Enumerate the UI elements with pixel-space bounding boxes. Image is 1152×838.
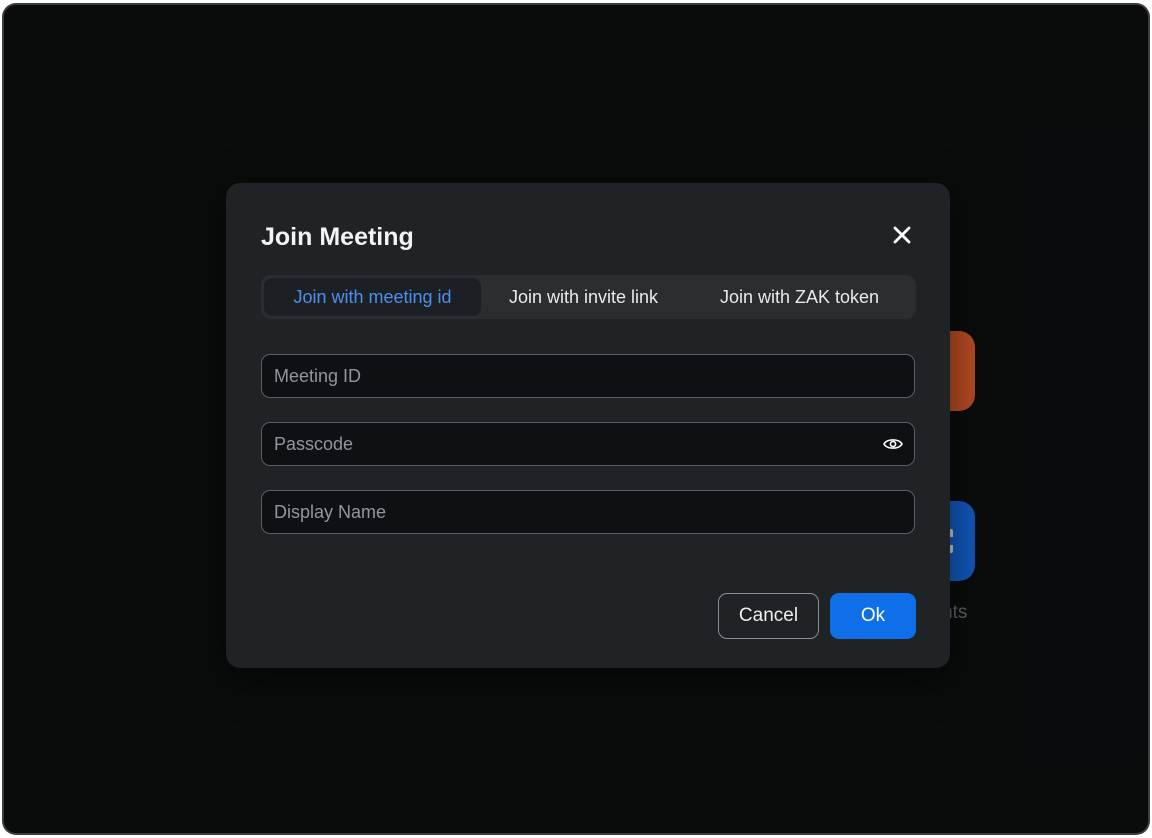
meeting-id-field-wrapper [261, 354, 915, 398]
eye-icon [883, 439, 903, 449]
join-meeting-dialog: Join Meeting Join with meeting id Join w… [226, 183, 950, 668]
display-name-input[interactable] [262, 491, 914, 533]
display-name-field-wrapper [261, 490, 915, 534]
ok-button[interactable]: Ok [830, 593, 916, 639]
tab-meeting-id[interactable]: Join with meeting id [264, 278, 481, 316]
join-method-tabs: Join with meeting id Join with invite li… [261, 275, 916, 319]
cancel-button[interactable]: Cancel [718, 593, 819, 639]
meeting-id-input[interactable] [262, 355, 914, 397]
dialog-title: Join Meeting [261, 223, 414, 251]
close-icon [893, 226, 911, 244]
tab-invite-link[interactable]: Join with invite link [481, 278, 686, 316]
tab-zak-token[interactable]: Join with ZAK token [686, 278, 913, 316]
passcode-input[interactable] [262, 423, 882, 465]
show-passcode-toggle[interactable] [882, 433, 904, 455]
close-button[interactable] [888, 221, 916, 249]
app-window: vents Join Meeting Join with meeting id … [4, 5, 1148, 833]
passcode-field-wrapper [261, 422, 915, 466]
